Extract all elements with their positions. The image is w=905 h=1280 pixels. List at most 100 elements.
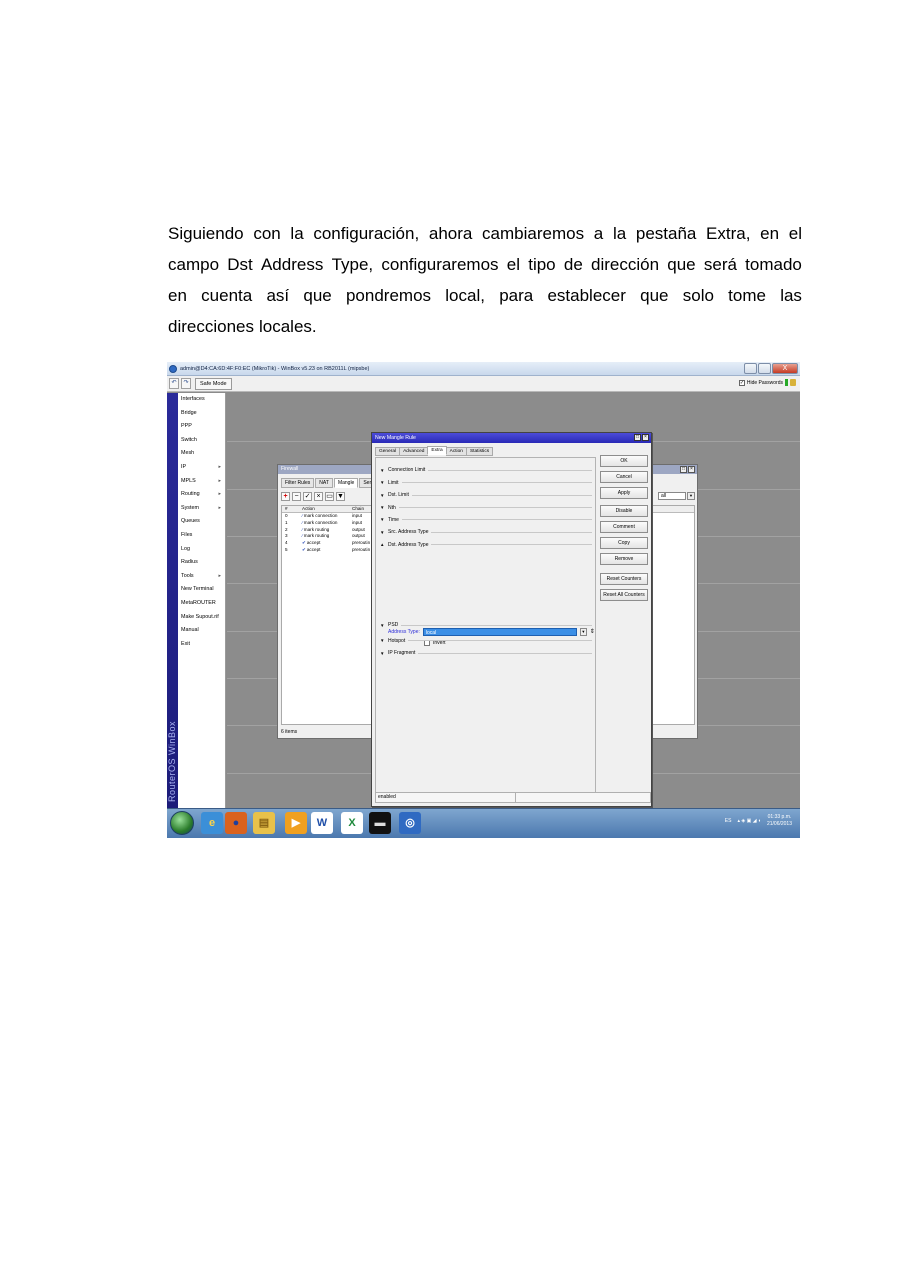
remove-icon[interactable]: − xyxy=(292,492,301,501)
section-header[interactable]: ▼ Dst. Limit xyxy=(380,492,592,498)
menu-item[interactable]: Manual xyxy=(178,624,225,638)
triangle-down-icon[interactable]: ▼ xyxy=(380,468,388,473)
enable-icon[interactable]: ✓ xyxy=(303,492,312,501)
triangle-down-icon[interactable]: ▼ xyxy=(380,505,388,510)
dialog-tab[interactable]: Statistics xyxy=(465,447,494,456)
dialog-button-remove[interactable]: Remove xyxy=(600,553,648,565)
restore-icon[interactable]: □ xyxy=(634,434,641,441)
section-header[interactable]: ▼ Nth xyxy=(380,505,592,511)
triangle-down-icon[interactable]: ▼ xyxy=(380,530,388,535)
triangle-down-icon[interactable]: ▼ xyxy=(380,651,388,656)
menu-item[interactable]: Bridge xyxy=(178,407,225,421)
action-icon: ⁄ xyxy=(302,526,303,532)
spin-icon[interactable]: ⇕ xyxy=(590,629,595,635)
add-icon[interactable]: + xyxy=(281,492,290,501)
clock[interactable]: 01:33 p.m. 21/06/2013 xyxy=(767,814,792,828)
undo-icon[interactable]: ↶ xyxy=(169,378,179,389)
dialog-button-comment[interactable]: Comment xyxy=(600,521,648,533)
section-header[interactable]: ▼ Time xyxy=(380,517,592,523)
menu-item[interactable]: Queues xyxy=(178,515,225,529)
filter-select[interactable]: all xyxy=(658,492,686,500)
dialog-button-reset-all-counters[interactable]: Reset All Counters xyxy=(600,589,648,601)
maximize-button[interactable] xyxy=(758,363,771,374)
dialog-button-disable[interactable]: Disable xyxy=(600,505,648,517)
firefox-icon[interactable]: ● xyxy=(225,812,247,834)
restore-icon[interactable]: □ xyxy=(680,466,687,473)
chevron-down-icon[interactable]: ▼ xyxy=(687,492,695,500)
word-icon[interactable]: W xyxy=(311,812,333,834)
chevron-down-icon[interactable]: ▼ xyxy=(579,628,587,636)
column-chain[interactable]: Chain xyxy=(352,506,372,512)
dialog-tab[interactable]: General xyxy=(375,447,401,456)
section-header[interactable]: ▼ Connection Limit xyxy=(380,467,592,473)
firewall-tab[interactable]: Filter Rules xyxy=(281,478,315,488)
menu-item[interactable]: Interfaces xyxy=(178,393,225,407)
section-header[interactable]: ▲ Dst. Address Type xyxy=(380,542,592,548)
dialog-tab[interactable]: Advanced xyxy=(399,447,429,456)
menu-item[interactable]: Tools ▸ xyxy=(178,570,225,584)
explorer-icon[interactable]: ▤ xyxy=(253,812,275,834)
comment-icon[interactable]: ▭ xyxy=(325,492,334,501)
rule-chain: output xyxy=(352,526,365,532)
tray-icons[interactable]: ▴ ◈ ▣ ◢ ◖ xyxy=(737,818,761,824)
safe-mode-button[interactable]: Safe Mode xyxy=(195,377,232,390)
disable-icon[interactable]: × xyxy=(314,492,323,501)
dialog-tab[interactable]: Extra xyxy=(427,446,447,455)
section-header[interactable]: ▼ Hotspot xyxy=(380,638,592,644)
dialog-button-reset-counters[interactable]: Reset Counters xyxy=(600,573,648,585)
menu-item[interactable]: System ▸ xyxy=(178,502,225,516)
close-icon[interactable]: × xyxy=(642,434,649,441)
menu-item[interactable]: Log xyxy=(178,543,225,557)
close-button[interactable]: X xyxy=(772,363,798,374)
word: Type, xyxy=(331,255,374,274)
section-label: Dst. Address Type xyxy=(388,541,429,548)
menu-item[interactable]: MetaROUTER xyxy=(178,597,225,611)
section-header[interactable]: ▼ IP Fragment xyxy=(380,650,592,656)
ie-icon[interactable]: e xyxy=(201,812,223,834)
address-type-select[interactable]: local xyxy=(422,628,577,636)
redo-icon[interactable]: ↷ xyxy=(181,378,191,389)
column-action[interactable]: Action xyxy=(302,506,352,512)
menu-item[interactable]: PPP xyxy=(178,420,225,434)
hide-passwords-toggle[interactable]: ✓ Hide Passwords xyxy=(738,379,796,386)
minimize-button[interactable] xyxy=(744,363,757,374)
section-header[interactable]: ▼ Src. Address Type xyxy=(380,529,592,535)
menu-item[interactable]: Radius xyxy=(178,556,225,570)
triangle-down-icon[interactable]: ▼ xyxy=(380,517,388,522)
media-icon[interactable]: ▶ xyxy=(285,812,307,834)
triangle-down-icon[interactable]: ▼ xyxy=(380,623,388,628)
filter-icon[interactable]: ▼ xyxy=(336,492,345,501)
word: pondremos xyxy=(345,286,432,305)
triangle-down-icon[interactable]: ▼ xyxy=(380,480,388,485)
language-indicator[interactable]: ES xyxy=(725,818,732,824)
dialog-button-ok[interactable]: OK xyxy=(600,455,648,467)
close-icon[interactable]: × xyxy=(688,466,695,473)
triangle-down-icon[interactable]: ▼ xyxy=(380,638,388,643)
hide-passwords-checkbox[interactable]: ✓ xyxy=(738,379,745,386)
section-header[interactable]: ▼ Limit xyxy=(380,480,592,486)
cmd-icon[interactable]: ▬ xyxy=(369,812,391,834)
start-button[interactable] xyxy=(170,811,194,835)
menu-item[interactable]: Make Supout.rif xyxy=(178,611,225,625)
menu-item[interactable]: New Terminal xyxy=(178,583,225,597)
dialog-button-apply[interactable]: Apply xyxy=(600,487,648,499)
firewall-tab[interactable]: NAT xyxy=(315,478,333,488)
winbox-icon[interactable]: ◎ xyxy=(399,812,421,834)
dialog-button-cancel[interactable]: Cancel xyxy=(600,471,648,483)
dialog-tab[interactable]: Action xyxy=(445,447,467,456)
triangle-up-icon[interactable]: ▲ xyxy=(380,542,388,547)
menu-item[interactable]: Exit xyxy=(178,638,225,652)
dialog-button-copy[interactable]: Copy xyxy=(600,537,648,549)
menu-item[interactable]: Mesh xyxy=(178,447,225,461)
menu-item[interactable]: Routing ▸ xyxy=(178,488,225,502)
triangle-down-icon[interactable]: ▼ xyxy=(380,493,388,498)
excel-icon[interactable]: X xyxy=(341,812,363,834)
menu-item[interactable]: MPLS ▸ xyxy=(178,475,225,489)
menu-item[interactable]: IP ▸ xyxy=(178,461,225,475)
menu-item[interactable]: Files xyxy=(178,529,225,543)
firewall-tab[interactable]: Mangle xyxy=(333,478,359,488)
section-header[interactable]: ▼ PSD xyxy=(380,622,592,628)
column-number[interactable]: # xyxy=(282,506,302,512)
winbox-screenshot: admin@D4:CA:6D:4F:F0:EC (MikroTik) - Win… xyxy=(167,362,800,838)
menu-item[interactable]: Switch xyxy=(178,434,225,448)
